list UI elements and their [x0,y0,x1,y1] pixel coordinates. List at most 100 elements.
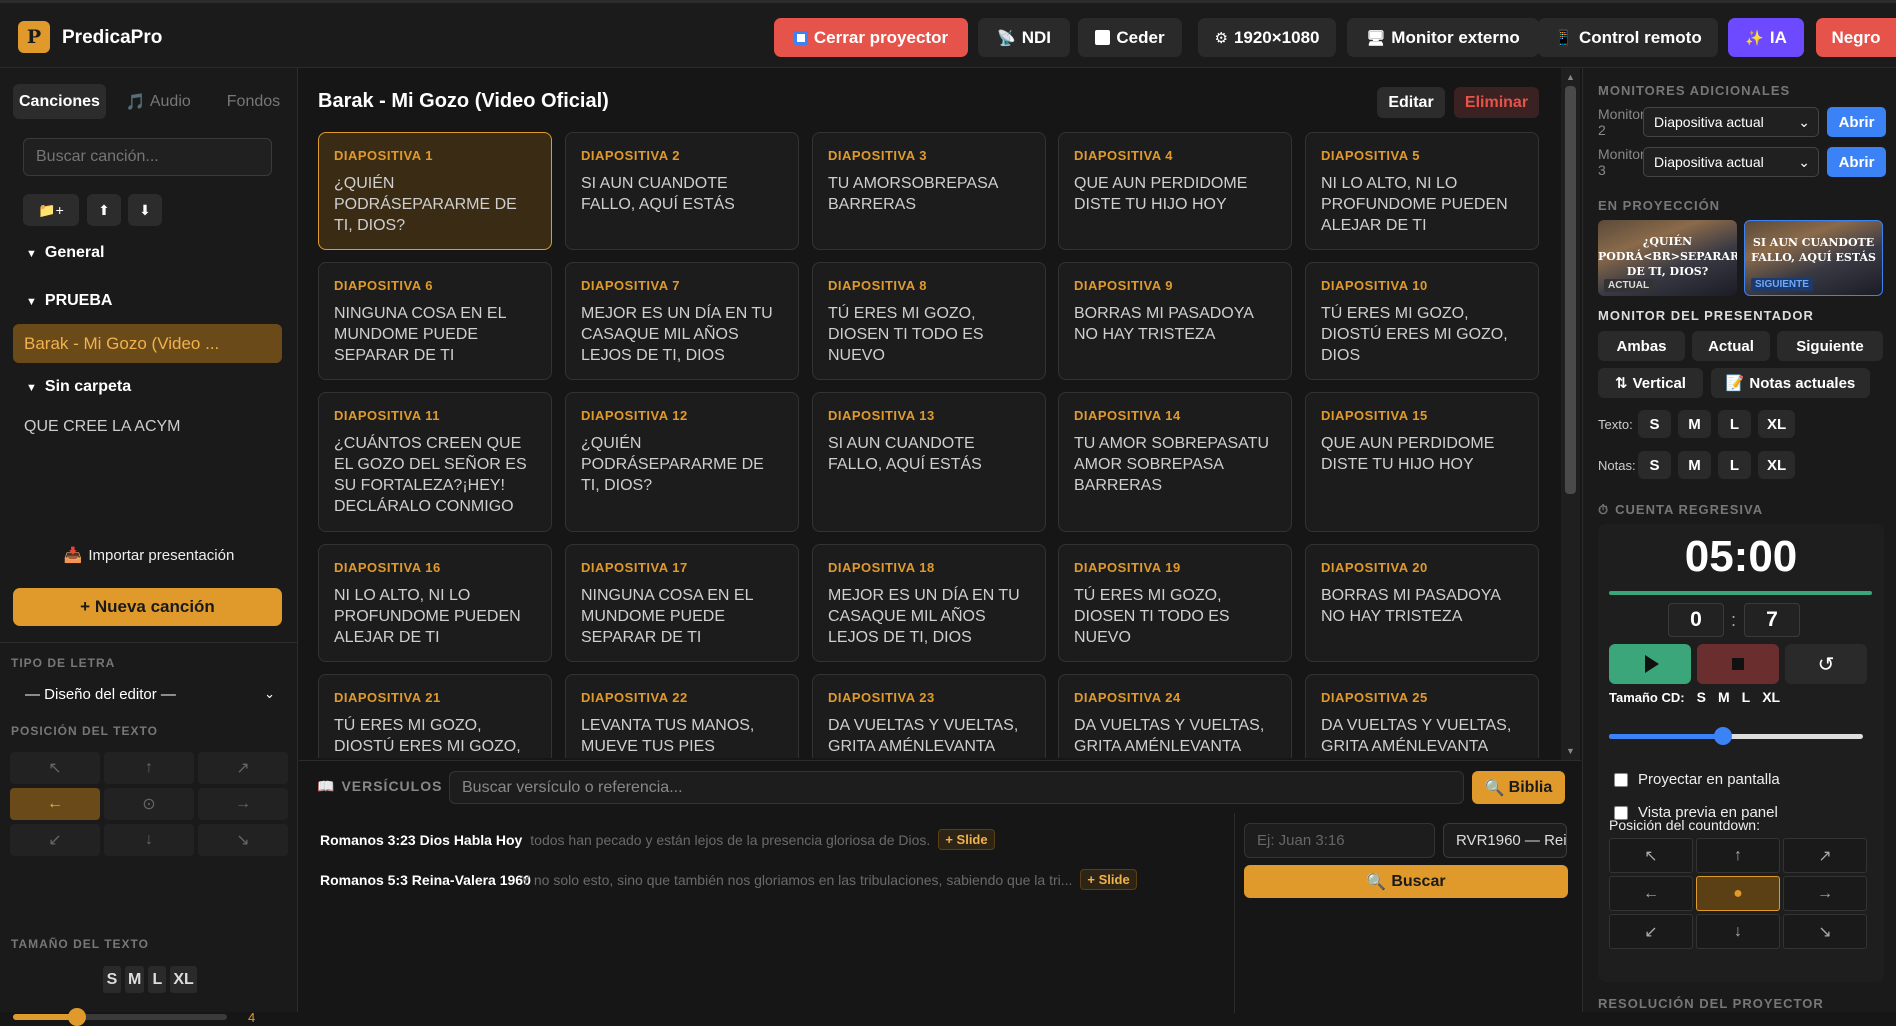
biblia-button[interactable]: 🔍 Biblia [1472,771,1565,804]
pos-top-right[interactable]: ↗ [198,752,288,784]
verse-search-input[interactable]: Buscar versículo o referencia... [449,771,1464,804]
vertical-button[interactable]: ⇅ Vertical [1598,368,1703,398]
bible-version-select[interactable]: RVR1960 — Reina-Valera 1960 [1443,823,1567,858]
presenter-next-button[interactable]: Siguiente [1777,331,1883,361]
size-l-button[interactable]: L [148,966,167,993]
cd-pos-top-left[interactable]: ↖ [1609,838,1693,873]
slide-card[interactable]: DIAPOSITIVA 3 TU AMORSOBREPASA BARRERAS [812,132,1046,250]
slide-card[interactable]: DIAPOSITIVA 11 ¿CUÁNTOS CREEN QUE EL GOZO… [318,392,552,532]
text-size-m-button[interactable]: M [1678,410,1711,438]
cd-pos-right[interactable]: → [1783,876,1867,911]
slide-card[interactable]: DIAPOSITIVA 19 TÚ ERES MI GOZO, DIOSEN TI… [1058,544,1292,662]
monitor-3-open-button[interactable]: Abrir [1827,147,1886,177]
tab-canciones[interactable]: Canciones [13,84,106,119]
current-notes-button[interactable]: 📝 Notas actuales [1711,368,1870,398]
pos-bottom[interactable]: ↓ [104,824,194,856]
pos-top[interactable]: ↑ [104,752,194,784]
slide-card[interactable]: DIAPOSITIVA 20 BORRAS MI PASADOYA NO HAY … [1305,544,1539,662]
slide-card[interactable]: DIAPOSITIVA 2 SI AUN CUANDOTE FALLO, AQUÍ… [565,132,799,250]
scrollbar[interactable]: ▲ ▼ [1561,68,1580,760]
cd-size-xl-button[interactable]: XL [1762,689,1780,705]
verse-result-row[interactable]: Romanos 3:23 Dios Habla Hoy todos han pe… [320,829,995,850]
size-xl-button[interactable]: XL [170,966,197,993]
ia-button[interactable]: ✨ IA [1728,18,1804,57]
countdown-seconds-input[interactable]: 7 [1744,603,1800,637]
slide-card[interactable]: DIAPOSITIVA 12 ¿QUIÉN PODRÁSEPARARME DE T… [565,392,799,532]
delete-button[interactable]: Eliminar [1454,87,1539,118]
slide-card[interactable]: DIAPOSITIVA 18 MEJOR ES UN DÍA EN TU CASA… [812,544,1046,662]
slide-card[interactable]: DIAPOSITIVA 10 TÚ ERES MI GOZO, DIOSTÚ ER… [1305,262,1539,380]
slide-card[interactable]: DIAPOSITIVA 21 TÚ ERES MI GOZO, DIOSTÚ ER… [318,674,552,758]
size-m-button[interactable]: M [125,966,145,993]
pos-bottom-left[interactable]: ↙ [10,824,100,856]
tab-fondos[interactable]: Fondos [221,84,286,119]
folder-general[interactable]: ▼ General [26,244,104,262]
slide-card[interactable]: DIAPOSITIVA 6 NINGUNA COSA EN EL MUNDOME … [318,262,552,380]
black-screen-button[interactable]: Negro [1816,18,1896,57]
tab-audio[interactable]: 🎵 Audio [120,84,197,119]
cd-size-slider-thumb[interactable] [1714,727,1733,745]
folder-prueba[interactable]: ▼ PRUEBA [26,292,112,310]
reset-button[interactable]: ↺ [1785,644,1867,684]
upload-button[interactable]: ⬆ [87,194,121,226]
cd-pos-left[interactable]: ← [1609,876,1693,911]
external-monitor-button[interactable]: 🖥 Monitor externo [1347,18,1539,57]
monitor-2-select[interactable]: Diapositiva actual ⌄ [1643,107,1819,137]
pos-right[interactable]: → [198,788,288,820]
size-s-button[interactable]: S [103,966,121,993]
slide-card[interactable]: DIAPOSITIVA 1 ¿QUIÉN PODRÁSEPARARME DE TI… [318,132,552,250]
scrollbar-thumb[interactable] [1565,86,1576,494]
cd-size-m-button[interactable]: M [1718,689,1730,705]
next-slide-preview[interactable]: SI AUN CUANDOTE FALLO, AQUÍ ESTÁS SIGUIE… [1744,220,1883,296]
slide-card[interactable]: DIAPOSITIVA 14 TU AMOR SOBREPASATU AMOR S… [1058,392,1292,532]
remote-control-button[interactable]: 📱 Control remoto [1538,18,1718,57]
cd-size-l-button[interactable]: L [1742,689,1751,705]
pos-bottom-right[interactable]: ↘ [198,824,288,856]
slide-card[interactable]: DIAPOSITIVA 4 QUE AUN PERDIDOME DISTE TU … [1058,132,1292,250]
reference-input[interactable]: Ej: Juan 3:16 [1244,823,1435,858]
notes-size-s-button[interactable]: S [1638,451,1671,479]
slide-card[interactable]: DIAPOSITIVA 5 NI LO ALTO, NI LO PROFUNDOM… [1305,132,1539,250]
monitor-3-select[interactable]: Diapositiva actual ⌄ [1643,147,1819,177]
cd-pos-bottom-left[interactable]: ↙ [1609,914,1693,949]
scroll-up-icon[interactable]: ▲ [1566,72,1575,82]
cd-pos-bottom-right[interactable]: ↘ [1783,914,1867,949]
pos-center[interactable]: ⊙ [104,788,194,820]
import-presentation-link[interactable]: 📥 Importar presentación [0,546,298,564]
font-select[interactable]: — Diseño del editor — ⌄ [13,678,285,710]
edit-button[interactable]: Editar [1377,87,1445,118]
text-size-s-button[interactable]: S [1638,410,1671,438]
scroll-down-icon[interactable]: ▼ [1566,746,1575,756]
project-screen-checkbox[interactable]: Proyectar en pantalla [1614,771,1780,788]
slide-card[interactable]: DIAPOSITIVA 17 NINGUNA COSA EN EL MUNDOME… [565,544,799,662]
slide-card[interactable]: DIAPOSITIVA 15 QUE AUN PERDIDOME DISTE TU… [1305,392,1539,532]
slide-card[interactable]: DIAPOSITIVA 7 MEJOR ES UN DÍA EN TU CASAQ… [565,262,799,380]
text-size-slider-thumb[interactable] [68,1008,87,1026]
presenter-current-button[interactable]: Actual [1692,331,1770,361]
add-slide-button[interactable]: + Slide [938,829,995,850]
notes-size-xl-button[interactable]: XL [1758,451,1796,479]
resolution-button[interactable]: ⚙ 1920×1080 [1198,18,1336,57]
add-slide-button[interactable]: + Slide [1080,869,1137,890]
pos-top-left[interactable]: ↖ [10,752,100,784]
slide-card[interactable]: DIAPOSITIVA 23 DA VUELTAS Y VUELTAS, GRIT… [812,674,1046,758]
song-search-input[interactable] [23,138,272,176]
cd-pos-bottom[interactable]: ↓ [1696,914,1780,949]
new-song-button[interactable]: + Nueva canción [13,588,282,626]
slide-card[interactable]: DIAPOSITIVA 22 LEVANTA TUS MANOS, MUEVE T… [565,674,799,758]
presenter-both-button[interactable]: Ambas [1598,331,1685,361]
cd-pos-top[interactable]: ↑ [1696,838,1780,873]
slide-card[interactable]: DIAPOSITIVA 24 DA VUELTAS Y VUELTAS, GRIT… [1058,674,1292,758]
slide-card[interactable]: DIAPOSITIVA 16 NI LO ALTO, NI LO PROFUNDO… [318,544,552,662]
song-item[interactable]: QUE CREE LA ACYM [24,418,181,436]
notes-size-m-button[interactable]: M [1678,451,1711,479]
ceder-button[interactable]: Ceder [1078,18,1182,57]
play-button[interactable] [1609,644,1691,684]
slide-card[interactable]: DIAPOSITIVA 9 BORRAS MI PASADOYA NO HAY T… [1058,262,1292,380]
stop-button[interactable] [1697,644,1779,684]
pos-left[interactable]: ← [10,788,100,820]
ndi-button[interactable]: 📡 NDI [978,18,1070,57]
verse-result-row[interactable]: Romanos 5:3 Reina-Valera 1960 Y no solo … [320,869,1137,890]
countdown-minutes-input[interactable]: 0 [1668,603,1724,637]
download-button[interactable]: ⬇ [128,194,162,226]
